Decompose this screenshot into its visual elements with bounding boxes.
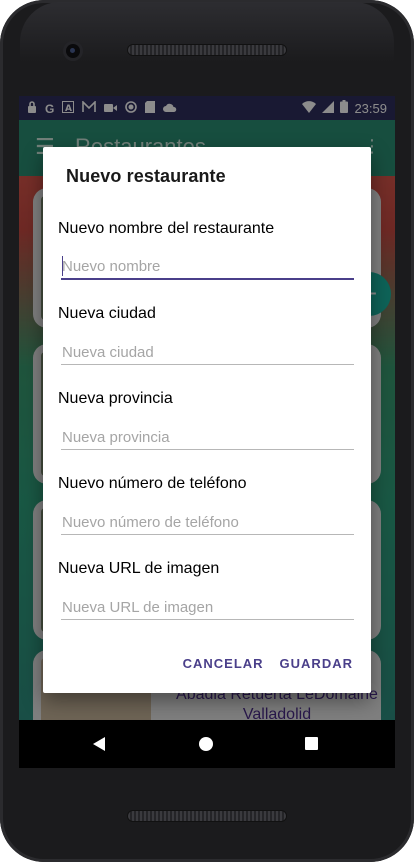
city-input[interactable]: [61, 340, 354, 365]
back-icon[interactable]: [93, 737, 105, 751]
bottom-speaker: [128, 811, 286, 821]
restaurant-name-input[interactable]: [61, 254, 354, 280]
earpiece-speaker: [128, 45, 286, 55]
phone-number-label: Nuevo número de teléfono: [58, 475, 247, 492]
cancel-button[interactable]: CANCELAR: [183, 650, 264, 677]
dialog-title: Nuevo restaurante: [66, 166, 226, 186]
image-url-label: Nueva URL de imagen: [58, 560, 220, 577]
phone-number-input[interactable]: [61, 510, 354, 535]
dialog-actions: CANCELAR GUARDAR: [183, 650, 353, 677]
phone-frame: G A 23:59 ⋮ Abadia Retuerta LeDomaine Va…: [0, 0, 414, 862]
restaurant-name-label: Nuevo nombre del restaurante: [58, 220, 275, 237]
recent-apps-icon[interactable]: [305, 737, 318, 750]
save-button[interactable]: GUARDAR: [280, 650, 353, 677]
image-url-input[interactable]: [61, 595, 354, 620]
province-label: Nueva provincia: [58, 390, 173, 407]
new-restaurant-dialog: Nuevo restaurante Nuevo nombre del resta…: [43, 147, 371, 693]
text-cursor: [62, 256, 63, 276]
city-label: Nueva ciudad: [58, 305, 156, 322]
navigation-bar: [19, 720, 395, 768]
home-icon[interactable]: [199, 737, 213, 751]
front-camera: [66, 44, 80, 58]
province-input[interactable]: [61, 425, 354, 450]
